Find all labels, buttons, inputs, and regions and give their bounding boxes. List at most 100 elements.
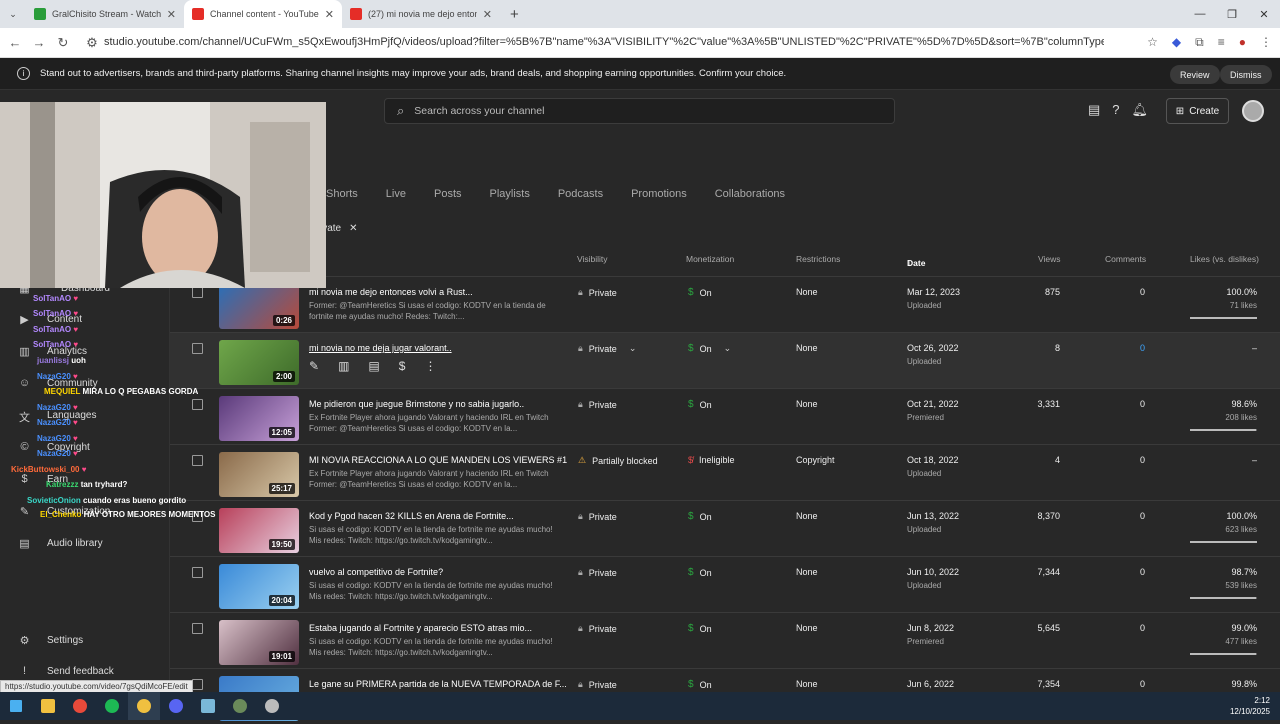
comments-icon[interactable]: ▤ xyxy=(368,359,379,373)
menu-kebab-icon[interactable]: ⋮ xyxy=(1260,35,1272,50)
video-title[interactable]: Le gane su PRIMERA partida de la NUEVA T… xyxy=(309,679,567,689)
col-restrictions[interactable]: Restrictions xyxy=(796,254,840,264)
tab-promotions[interactable]: Promotions xyxy=(631,188,687,200)
tab-live[interactable]: Live xyxy=(386,188,406,200)
chrome-active-icon[interactable] xyxy=(128,692,160,720)
forward-icon[interactable]: → xyxy=(27,35,51,50)
table-row[interactable]: 19:01 Estaba jugando al Fortnite y aparec… xyxy=(170,612,1280,668)
video-thumbnail[interactable]: 2:00 xyxy=(219,340,299,385)
remove-filter-icon[interactable]: ✕ xyxy=(349,223,357,234)
sidebar-item-send-feedback[interactable]: ! Send feedback xyxy=(18,665,114,678)
table-row[interactable]: 0:26 mi novia me dejo entonces volvi a Ru… xyxy=(170,276,1280,332)
spotify-icon[interactable] xyxy=(96,692,128,720)
close-tab-icon[interactable]: ✕ xyxy=(167,8,176,21)
video-title[interactable]: vuelvo al competitivo de Fortnite? xyxy=(309,567,443,577)
file-explorer-icon[interactable] xyxy=(32,692,64,720)
video-thumbnail[interactable]: 12:05 xyxy=(219,396,299,441)
close-tab-icon[interactable]: ✕ xyxy=(483,8,492,21)
tab-playlists[interactable]: Playlists xyxy=(490,188,530,200)
browser-tab-2[interactable]: Channel content - YouTube Studio✕ xyxy=(184,0,342,28)
chat-username[interactable]: El_Chenko xyxy=(40,510,81,519)
minimize-icon[interactable]: — xyxy=(1184,0,1216,28)
browser-tab-3[interactable]: (27) mi novia me dejo entonces...✕ xyxy=(342,0,500,28)
col-likes[interactable]: Likes (vs. dislikes) xyxy=(1190,254,1259,264)
table-row[interactable]: 25:17 MI NOVIA REACCIONA A LO QUE MANDEN … xyxy=(170,444,1280,500)
video-title[interactable]: MI NOVIA REACCIONA A LO QUE MANDEN LOS V… xyxy=(309,455,567,465)
profile-icon[interactable]: ● xyxy=(1239,35,1246,50)
back-icon[interactable]: ← xyxy=(3,35,27,50)
discord-icon[interactable] xyxy=(160,692,192,720)
chat-username[interactable]: SolTanAO xyxy=(33,294,71,303)
app-icon[interactable] xyxy=(192,692,224,720)
video-title[interactable]: Me pidieron que juegue Brimstone y no sa… xyxy=(309,399,524,409)
chrome-icon[interactable] xyxy=(64,692,96,720)
video-thumbnail[interactable]: 19:50 xyxy=(219,508,299,553)
search-input[interactable]: ⌕ Search across your channel xyxy=(384,98,895,124)
create-button[interactable]: ⊞ Create xyxy=(1166,98,1229,124)
video-title[interactable]: Kod y Pgod hacen 32 KILLS en Arena de Fo… xyxy=(309,511,514,521)
chat-username[interactable]: NazaG20 xyxy=(37,372,71,381)
visibility-cell[interactable]: 🔒︎ Private ⌄ xyxy=(578,343,636,354)
table-row[interactable]: 12:05 Me pidieron que juegue Brimstone y … xyxy=(170,388,1280,444)
review-button[interactable]: Review xyxy=(1170,65,1220,84)
sidebar-item-settings[interactable]: ⚙ Settings xyxy=(18,634,84,647)
close-tab-icon[interactable]: ✕ xyxy=(325,8,334,21)
table-row[interactable]: 2:00 mi novia no me deja jugar valorant..… xyxy=(170,332,1280,388)
chat-username[interactable]: SolTanAO xyxy=(33,309,71,318)
monetization-icon[interactable]: $ xyxy=(399,359,406,373)
reload-icon[interactable]: ↻ xyxy=(51,35,75,51)
browser-tab-1[interactable]: GralChisito Stream - Watch Live✕ xyxy=(26,0,184,28)
col-monetization[interactable]: Monetization xyxy=(686,254,734,264)
chat-username[interactable]: NazaG20 xyxy=(37,434,71,443)
tab-list-icon[interactable]: ⌄ xyxy=(0,9,26,20)
video-thumbnail[interactable]: 20:04 xyxy=(219,564,299,609)
dismiss-button[interactable]: Dismiss xyxy=(1220,65,1272,84)
account-avatar[interactable] xyxy=(1242,100,1264,122)
video-title[interactable]: mi novia me dejo entonces volvi a Rust..… xyxy=(309,287,473,297)
chat-username[interactable]: Katrezzz xyxy=(46,480,78,489)
table-row[interactable]: 19:50 Kod y Pgod hacen 32 KILLS en Arena … xyxy=(170,500,1280,556)
edit-pencil-icon[interactable]: ✎ xyxy=(309,359,319,373)
chevron-down-icon[interactable]: ⌄ xyxy=(724,343,732,354)
video-thumbnail[interactable]: 0:26 xyxy=(219,284,299,329)
chat-username[interactable]: SolTanAO xyxy=(33,325,71,334)
video-title[interactable]: mi novia no me deja jugar valorant.. xyxy=(309,343,452,353)
system-clock[interactable]: 2:12 12/10/2025 xyxy=(1230,695,1270,717)
bookmark-star-icon[interactable]: ☆ xyxy=(1147,35,1158,50)
chat-username[interactable]: KickButtowski_00 xyxy=(11,465,79,474)
extensions-icon[interactable]: ⧉ xyxy=(1195,35,1204,50)
settings-app-icon[interactable] xyxy=(256,692,288,720)
chat-username[interactable]: juanlissj xyxy=(37,356,69,365)
tab-podcasts[interactable]: Podcasts xyxy=(558,188,603,200)
table-row[interactable]: 20:04 vuelvo al competitivo de Fortnite? S… xyxy=(170,556,1280,612)
video-title[interactable]: Estaba jugando al Fortnite y aparecio ES… xyxy=(309,623,532,633)
video-thumbnail[interactable]: 19:01 xyxy=(219,620,299,665)
col-comments[interactable]: Comments xyxy=(1105,254,1146,264)
chevron-down-icon[interactable]: ⌄ xyxy=(629,343,637,354)
help-icon[interactable]: ? xyxy=(1112,102,1119,118)
sidebar-item-audio-library[interactable]: ▤ Audio library xyxy=(18,537,102,550)
col-visibility[interactable]: Visibility xyxy=(577,254,608,264)
site-info-icon[interactable]: ⚙ xyxy=(80,35,104,51)
close-window-icon[interactable]: ✕ xyxy=(1248,0,1280,28)
chat-username[interactable]: NazaG20 xyxy=(37,449,71,458)
row-checkbox[interactable] xyxy=(192,623,203,634)
chat-username[interactable]: MEQUIEL xyxy=(44,387,80,396)
analytics-icon[interactable]: ▥ xyxy=(338,359,349,373)
tab-shorts[interactable]: Shorts xyxy=(326,188,358,200)
new-tab-icon[interactable]: + xyxy=(510,6,519,23)
tab-posts[interactable]: Posts xyxy=(434,188,462,200)
media-icon[interactable]: ≡ xyxy=(1218,35,1225,50)
options-kebab-icon[interactable]: ⋮ xyxy=(424,359,436,373)
video-thumbnail[interactable]: 25:17 xyxy=(219,452,299,497)
feedback-icon[interactable]: ▤ xyxy=(1088,102,1100,118)
chat-username[interactable]: NazaG20 xyxy=(37,418,71,427)
row-checkbox[interactable] xyxy=(192,679,203,690)
col-views[interactable]: Views xyxy=(1038,254,1061,264)
windows-start-icon[interactable] xyxy=(0,692,32,720)
chat-username[interactable]: SovieticOnion xyxy=(27,496,81,505)
notifications-bell-icon[interactable]: 🔔︎ xyxy=(1132,102,1149,118)
chat-username[interactable]: NazaG20 xyxy=(37,403,71,412)
url-field[interactable]: studio.youtube.com/channel/UCuFWm_s5QxEw… xyxy=(104,36,1104,48)
extension-shield-icon[interactable]: ◆ xyxy=(1172,35,1181,50)
